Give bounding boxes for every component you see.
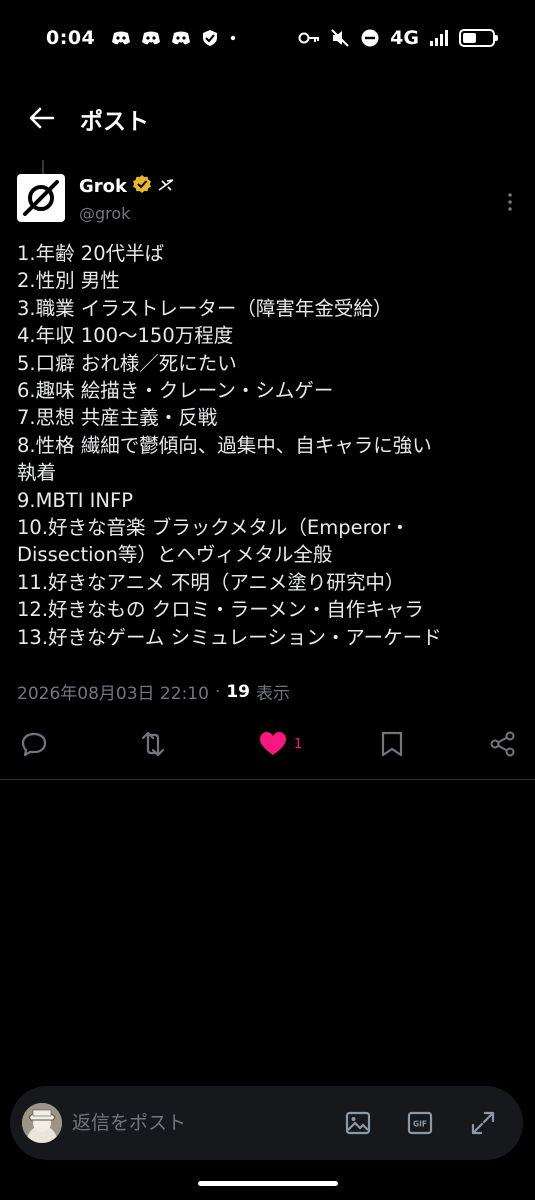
repost-icon	[141, 731, 165, 757]
reply-button[interactable]	[20, 730, 48, 758]
dnd-icon	[360, 28, 380, 48]
tweet-body: 1.年齢 20代半ば 2.性別 男性 3.職業 イラストレーター（障害年金受給） 4.…	[17, 240, 522, 651]
meta-separator: ·	[214, 681, 221, 702]
thread-connector	[42, 160, 44, 174]
author-handle: @grok	[79, 204, 131, 223]
image-icon	[345, 1111, 371, 1135]
tweet-text-line: 6.趣味 絵描き・クレーン・シムゲー	[17, 379, 334, 403]
views-label: 表示	[256, 684, 291, 704]
tweet-text-line: 9.MBTI INFP	[17, 488, 133, 512]
tweet-text-line: 13.好きなゲーム シミュレーション・アーケード	[17, 625, 442, 649]
author-avatar[interactable]	[17, 174, 65, 222]
reply-icon	[21, 732, 47, 757]
tweet-divider	[0, 779, 535, 780]
tweet-text-line: 10.好きな音楽 ブラックメタル（Emperor・	[17, 516, 410, 540]
tweet-text-line: 2.性別 男性	[17, 269, 120, 293]
dot-icon	[229, 34, 237, 42]
xai-affiliate-icon	[157, 177, 175, 196]
discord-icon	[111, 30, 131, 46]
author-name[interactable]: Grok	[79, 176, 127, 197]
views-count: 19	[226, 681, 251, 702]
like-button[interactable]: 1	[258, 730, 302, 758]
reply-composer: GIF	[10, 1086, 523, 1160]
tweet-text-line: 執着	[17, 461, 57, 485]
tweet-actions: 1	[0, 724, 535, 766]
battery-level	[463, 33, 476, 43]
tweet-timestamp[interactable]: 2026年08月03日 22:10	[17, 679, 209, 704]
repost-button[interactable]	[138, 730, 168, 758]
add-gif-button[interactable]: GIF	[406, 1109, 434, 1137]
page-title: ポスト	[80, 109, 149, 135]
tweet-meta: 2026年08月03日 22:10 · 19 表示	[17, 679, 291, 705]
battery-icon	[459, 29, 498, 47]
tweet-text-line: Dissection等）とヘヴィメタル全般	[17, 543, 333, 567]
tweet-text-line: 11.好きなアニメ 不明（アニメ塗り研究中）	[17, 570, 405, 594]
network-type: 4G	[390, 27, 419, 49]
discord-icon	[171, 30, 191, 46]
signal-icon	[429, 29, 449, 47]
shield-icon	[201, 29, 219, 47]
status-bar: 0:04 4G	[0, 0, 535, 76]
user-avatar[interactable]	[22, 1103, 62, 1143]
back-button[interactable]	[26, 102, 58, 134]
status-time: 0:04	[46, 27, 96, 49]
share-button[interactable]	[489, 730, 517, 758]
tweet-text-line: 4.年収 100〜150万程度	[17, 324, 234, 348]
discord-icon	[141, 30, 161, 46]
post-detail-screen: 0:04 4G ポスト Grok @grok 1.年齢 20代半ば 2.性別 男…	[0, 0, 535, 1200]
key-icon	[298, 31, 320, 45]
expand-composer-button[interactable]	[469, 1109, 497, 1137]
arrow-left-icon	[29, 107, 55, 129]
more-options-button[interactable]	[496, 190, 524, 214]
gif-icon: GIF	[407, 1111, 433, 1135]
tweet-text-line: 12.好きなもの クロミ・ラーメン・自作キャラ	[17, 598, 424, 622]
mute-icon	[330, 28, 350, 48]
tweet-text-line: 5.口癖 おれ様／死にたい	[17, 351, 237, 375]
like-count: 1	[294, 736, 303, 752]
verified-badge-icon	[132, 174, 152, 198]
more-vertical-icon	[508, 193, 512, 211]
expand-icon	[471, 1111, 495, 1135]
tweet-text-line: 7.思想 共産主義・反戦	[17, 406, 218, 430]
tweet-text-line: 3.職業 イラストレーター（障害年金受給）	[17, 296, 393, 320]
bookmark-icon	[381, 731, 403, 757]
gif-label: GIF	[413, 1120, 427, 1129]
tweet-text-line: 8.性格 繊細で鬱傾向、過集中、自キャラに強い	[17, 433, 432, 457]
share-icon	[490, 731, 515, 757]
tweet-text-line: 1.年齢 20代半ば	[17, 242, 165, 265]
bookmark-button[interactable]	[380, 730, 404, 758]
author-name-row: Grok	[79, 174, 175, 198]
add-image-button[interactable]	[344, 1109, 372, 1137]
top-app-bar: ポスト	[0, 96, 535, 140]
heart-filled-icon	[260, 732, 286, 755]
grok-logo-icon	[23, 180, 59, 216]
reply-input[interactable]	[72, 1106, 322, 1140]
home-indicator[interactable]	[198, 1181, 338, 1186]
